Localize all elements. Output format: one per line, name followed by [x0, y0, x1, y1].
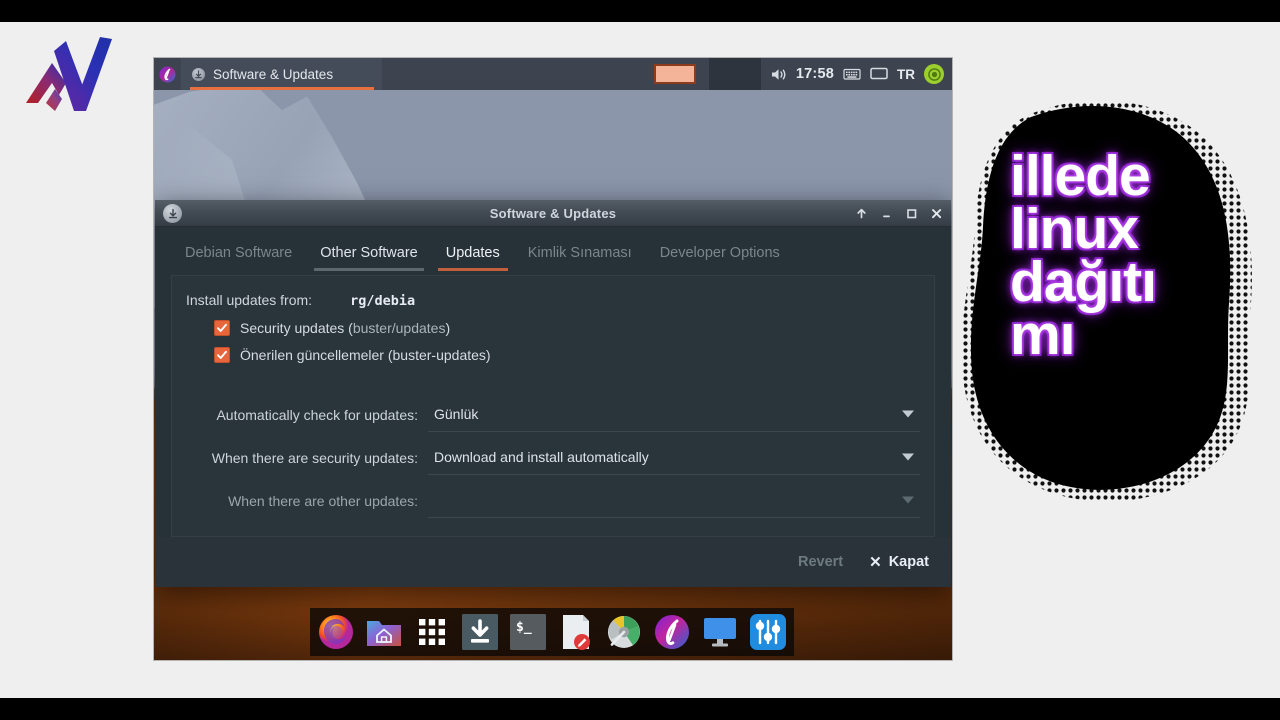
tab-other-software[interactable]: Other Software [306, 245, 432, 271]
top-panel: Software & Updates 17:58 TR [154, 58, 952, 90]
workspace-thumbnail[interactable] [653, 64, 696, 84]
row-security-updates-action: When there are security updates: Downloa… [172, 436, 934, 479]
tab-label: Debian Software [185, 245, 293, 261]
close-x-icon: ✕ [869, 554, 882, 571]
dialog-titlebar[interactable]: Software & Updates [155, 200, 951, 227]
security-updates-checkbox[interactable] [214, 320, 230, 336]
recommended-updates-label: Önerilen güncellemeler (buster-updates) [240, 347, 491, 363]
updates-content-panel: Install updates from: rg/debia Security … [171, 275, 935, 537]
panel-spacer [382, 58, 654, 90]
tray-divider [708, 58, 761, 90]
taskbar-window-button[interactable]: Software & Updates [182, 58, 382, 90]
tab-bar: Debian Software Other Software Updates K… [155, 227, 951, 271]
tab-kimlik-sinamasi[interactable]: Kimlik Sınaması [514, 245, 646, 271]
software-updates-dialog: Software & Updates Debian Software Other… [155, 200, 951, 587]
caption-blob-shape [955, 95, 1265, 515]
keyboard-icon[interactable] [843, 67, 861, 81]
screenshot-stage: Software & Updates 17:58 TR Software & U… [0, 0, 1280, 720]
install-updates-from-row: Install updates from: rg/debia [172, 276, 934, 309]
minimize-button[interactable] [880, 207, 893, 220]
power-icon[interactable] [924, 64, 944, 84]
update-preference-rows: Automatically check for updates: Günlük … [172, 393, 934, 522]
security-updates-action-label: When there are security updates: [211, 449, 418, 466]
av-logo [22, 33, 122, 117]
other-updates-action-dropdown[interactable] [428, 484, 920, 518]
checkbox-row-recommended-updates[interactable]: Önerilen güncellemeler (buster-updates) [172, 347, 934, 363]
recommended-updates-checkbox[interactable] [214, 347, 230, 363]
other-updates-action-label: When there are other updates: [228, 492, 418, 509]
tab-label: Updates [445, 245, 500, 261]
install-updates-from-value: rg/debia [350, 293, 416, 309]
dialog-title: Software & Updates [489, 205, 617, 221]
svg-text:$_: $_ [516, 620, 532, 635]
system-tray: 17:58 TR [653, 58, 952, 90]
screen-capture: Software & Updates 17:58 TR Software & U… [154, 58, 952, 660]
shade-window-button[interactable] [855, 207, 868, 220]
tab-label: Kimlik Sınaması [527, 245, 632, 261]
tab-label: Other Software [320, 245, 418, 261]
volume-icon[interactable] [770, 67, 787, 82]
chevron-down-icon [902, 410, 914, 418]
auto-check-updates-value: Günlük [434, 406, 479, 422]
security-updates-action-value: Download and install automatically [434, 449, 649, 465]
close-dialog-label: Kapat [888, 554, 929, 570]
chevron-down-icon [902, 453, 914, 461]
dock: $_ [310, 608, 794, 656]
auto-check-updates-dropdown[interactable]: Günlük [428, 398, 920, 432]
menu-launcher-icon[interactable] [154, 58, 182, 90]
tab-debian-software[interactable]: Debian Software [171, 245, 306, 271]
app-grid-icon[interactable] [410, 610, 454, 654]
firefox-icon[interactable] [314, 610, 358, 654]
tab-updates[interactable]: Updates [432, 245, 514, 271]
row-auto-check-updates: Automatically check for updates: Günlük [172, 393, 934, 436]
software-updates-icon [192, 67, 205, 81]
auto-check-updates-label: Automatically check for updates: [216, 406, 418, 423]
security-updates-label-text: Security updates ( [240, 320, 353, 336]
terminal-icon[interactable]: $_ [506, 610, 550, 654]
distro-logo-icon[interactable] [650, 610, 694, 654]
dialog-body: Debian Software Other Software Updates K… [155, 227, 951, 587]
file-manager-icon[interactable] [362, 610, 406, 654]
security-updates-action-dropdown[interactable]: Download and install automatically [428, 441, 920, 475]
window-controls [855, 200, 943, 227]
language-indicator[interactable]: TR [897, 67, 915, 82]
display-icon[interactable] [870, 67, 888, 81]
taskbar-window-title: Software & Updates [213, 66, 334, 82]
disk-usage-icon[interactable] [602, 610, 646, 654]
install-updates-from-label: Install updates from: [186, 292, 313, 308]
row-other-updates-action: When there are other updates: [172, 479, 934, 522]
close-dialog-button[interactable]: ✕ Kapat [869, 553, 929, 571]
revert-button[interactable]: Revert [798, 554, 843, 570]
software-installer-icon[interactable] [458, 610, 502, 654]
checkbox-row-security-updates[interactable]: Security updates (buster/updates) [172, 320, 934, 336]
dialog-footer: Revert ✕ Kapat [155, 537, 951, 587]
maximize-button[interactable] [905, 207, 918, 220]
display-settings-icon[interactable] [698, 610, 742, 654]
dialog-software-updates-icon [163, 204, 182, 223]
tab-developer-options[interactable]: Developer Options [646, 245, 794, 271]
chevron-down-icon [902, 496, 914, 504]
security-updates-label: Security updates (buster/updates) [240, 320, 450, 336]
tab-label: Developer Options [659, 245, 780, 261]
text-editor-icon[interactable] [554, 610, 598, 654]
settings-mixer-icon[interactable] [746, 610, 790, 654]
close-button[interactable] [930, 207, 943, 220]
panel-clock[interactable]: 17:58 [796, 66, 834, 82]
security-updates-label-tail: ) [445, 320, 451, 336]
security-updates-label-ghost: buster/updates [352, 320, 446, 336]
